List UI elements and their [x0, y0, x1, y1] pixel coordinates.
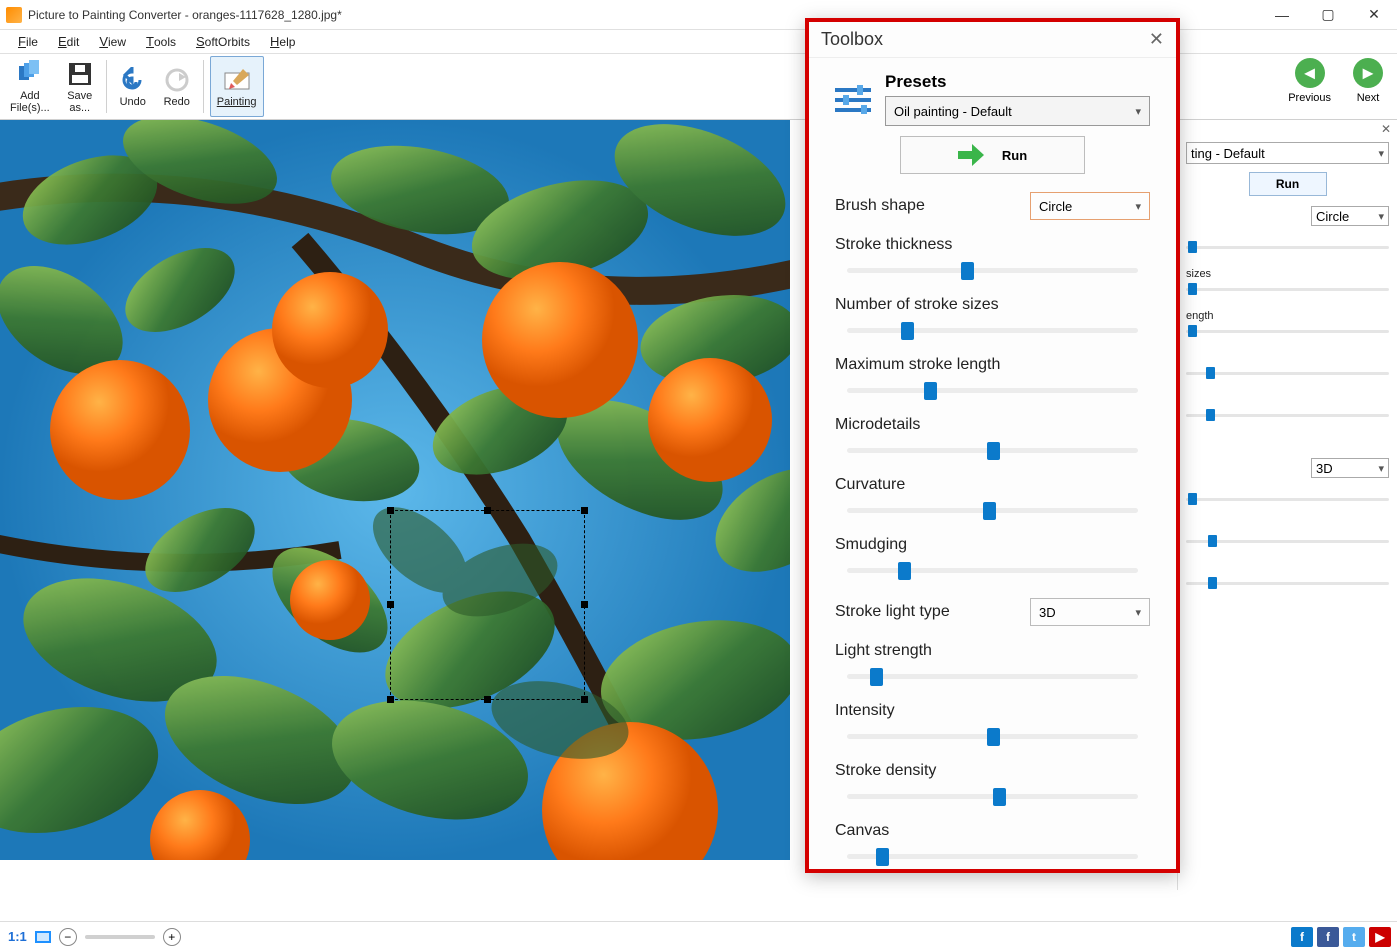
side-brush-select[interactable]: Circle▾ [1311, 206, 1389, 226]
add-files-icon [16, 60, 44, 88]
menu-view[interactable]: View [91, 32, 134, 51]
twitter-icon[interactable]: t [1343, 927, 1365, 947]
resize-handle[interactable] [581, 507, 588, 514]
preset-select[interactable]: Oil painting - Default ▾ [885, 96, 1150, 126]
panel-close-icon[interactable]: ✕ [1381, 122, 1391, 136]
run-button[interactable]: Run [900, 136, 1085, 174]
menu-softorbits[interactable]: SoftOrbits [188, 32, 258, 51]
param-slider[interactable] [835, 500, 1150, 520]
resize-handle[interactable] [387, 507, 394, 514]
menu-tools[interactable]: Tools [138, 32, 184, 51]
facebook-icon[interactable]: f [1291, 927, 1313, 947]
param-label: Light strength [835, 642, 1150, 660]
chevron-down-icon: ▾ [1378, 147, 1384, 160]
param-slider[interactable] [835, 380, 1150, 400]
toolbox-close-icon[interactable]: ✕ [1149, 29, 1164, 50]
resize-handle[interactable] [484, 696, 491, 703]
chevron-down-icon: ▾ [1135, 200, 1141, 213]
side-slider[interactable] [1186, 240, 1389, 254]
title-bar: Picture to Painting Converter - oranges-… [0, 0, 1397, 30]
brush-shape-select[interactable]: Circle ▾ [1030, 192, 1150, 220]
selection-marquee[interactable] [390, 510, 585, 700]
param-slider[interactable] [835, 726, 1150, 746]
stroke-light-type-select[interactable]: 3D ▾ [1030, 598, 1150, 626]
run-arrow-icon [958, 144, 984, 166]
param-label: Maximum stroke length [835, 356, 1150, 374]
status-bar: 1:1 − + f f t ▶ [0, 921, 1397, 951]
param-label: Microdetails [835, 416, 1150, 434]
undo-button[interactable]: Undo [113, 56, 153, 117]
redo-icon [163, 66, 191, 94]
param-slider[interactable] [835, 320, 1150, 340]
side-toolbox-panel: ✕ ting - Default▾ Run Circle▾ sizes engt… [1177, 120, 1397, 890]
previous-button[interactable]: ◄ Previous [1282, 56, 1337, 106]
resize-handle[interactable] [484, 507, 491, 514]
minimize-button[interactable]: — [1259, 0, 1305, 30]
param-slider[interactable] [835, 440, 1150, 460]
side-run-button[interactable]: Run [1249, 172, 1327, 196]
painting-button[interactable]: Painting [210, 56, 264, 117]
save-icon [66, 60, 94, 88]
app-icon [6, 7, 22, 23]
chevron-down-icon: ▾ [1378, 210, 1384, 223]
side-slider[interactable] [1186, 324, 1389, 338]
close-button[interactable]: ✕ [1351, 0, 1397, 30]
maximize-button[interactable]: ▢ [1305, 0, 1351, 30]
param-label: Canvas [835, 822, 1150, 840]
param-slider[interactable] [835, 560, 1150, 580]
toolbox-popup: Toolbox ✕ Presets Oil painting - Default… [805, 18, 1180, 873]
chevron-down-icon: ▾ [1135, 606, 1141, 619]
param-slider[interactable] [835, 846, 1150, 866]
ribbon-toolbar: AddFile(s)... Saveas... Undo Redo Painti… [0, 54, 1397, 120]
undo-icon [119, 66, 147, 94]
param-slider[interactable] [835, 666, 1150, 686]
canvas-viewport[interactable] [0, 120, 790, 860]
side-preset-select[interactable]: ting - Default▾ [1186, 142, 1389, 164]
menu-bar: File Edit View Tools SoftOrbits Help [0, 30, 1397, 54]
presets-label: Presets [885, 72, 1150, 92]
param-slider[interactable] [835, 260, 1150, 280]
param-label: Smudging [835, 536, 1150, 554]
previous-icon: ◄ [1295, 58, 1325, 88]
fit-to-window-button[interactable] [35, 931, 51, 943]
menu-file[interactable]: File [10, 32, 46, 51]
next-icon: ► [1353, 58, 1383, 88]
save-as-button[interactable]: Saveas... [60, 56, 100, 117]
sliders-icon [835, 81, 871, 117]
brush-shape-label: Brush shape [835, 197, 925, 215]
param-label: Number of stroke sizes [835, 296, 1150, 314]
painting-icon [223, 66, 251, 94]
toolbox-title: Toolbox [821, 29, 1149, 50]
chevron-down-icon: ▾ [1135, 105, 1141, 118]
side-slider[interactable] [1186, 492, 1389, 506]
resize-handle[interactable] [387, 601, 394, 608]
param-slider[interactable] [835, 786, 1150, 806]
side-slider[interactable] [1186, 534, 1389, 548]
zoom-out-button[interactable]: − [59, 928, 77, 946]
menu-edit[interactable]: Edit [50, 32, 87, 51]
chevron-down-icon: ▾ [1378, 462, 1384, 475]
resize-handle[interactable] [387, 696, 394, 703]
facebook-icon[interactable]: f [1317, 927, 1339, 947]
side-light-select[interactable]: 3D▾ [1311, 458, 1389, 478]
side-slider[interactable] [1186, 366, 1389, 380]
zoom-slider[interactable] [85, 935, 155, 939]
resize-handle[interactable] [581, 601, 588, 608]
zoom-actual-button[interactable]: 1:1 [8, 929, 27, 944]
stroke-light-type-label: Stroke light type [835, 603, 950, 621]
add-files-button[interactable]: AddFile(s)... [4, 56, 56, 117]
youtube-icon[interactable]: ▶ [1369, 927, 1391, 947]
side-slider[interactable] [1186, 576, 1389, 590]
menu-help[interactable]: Help [262, 32, 303, 51]
resize-handle[interactable] [581, 696, 588, 703]
zoom-in-button[interactable]: + [163, 928, 181, 946]
param-label: Stroke density [835, 762, 1150, 780]
param-label: Curvature [835, 476, 1150, 494]
param-label: Intensity [835, 702, 1150, 720]
param-label: Stroke thickness [835, 236, 1150, 254]
redo-button[interactable]: Redo [157, 56, 197, 117]
side-slider[interactable] [1186, 408, 1389, 422]
side-slider[interactable] [1186, 282, 1389, 296]
next-button[interactable]: ► Next [1347, 56, 1389, 106]
